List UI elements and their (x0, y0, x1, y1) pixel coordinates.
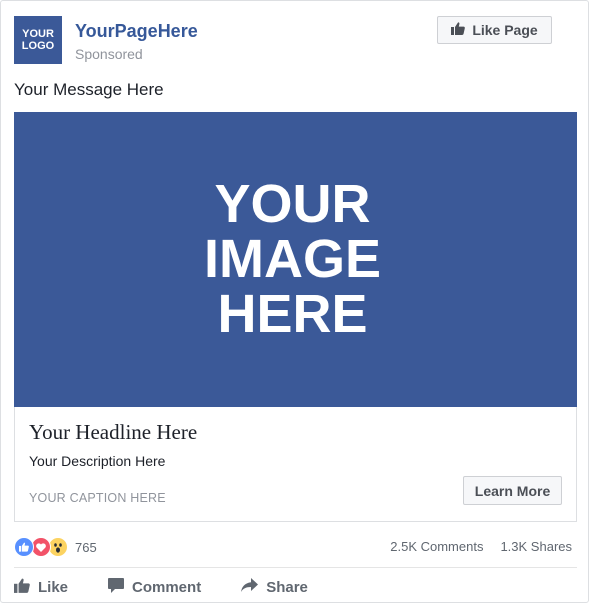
image-text-line-3: HERE (217, 284, 368, 344)
learn-more-button[interactable]: Learn More (463, 476, 562, 505)
link-preview[interactable]: Your Headline Here Your Description Here… (14, 407, 577, 522)
thumbs-up-icon (14, 578, 30, 597)
page-name-link[interactable]: YourPageHere (75, 21, 198, 42)
like-page-button[interactable]: Like Page (437, 16, 552, 44)
logo-line-2: LOGO (21, 40, 55, 52)
post-message: Your Message Here (14, 80, 164, 99)
shares-count-link[interactable]: 1.3K Shares (500, 539, 572, 554)
love-icon (31, 537, 51, 557)
logo-line-1: YOUR (22, 28, 54, 40)
comment-icon (108, 577, 125, 597)
like-button[interactable]: Like (14, 578, 68, 597)
reaction-count: 765 (75, 539, 97, 555)
share-button[interactable]: Share (241, 577, 308, 597)
thumbs-up-icon (451, 22, 466, 38)
comments-count-link[interactable]: 2.5K Comments (390, 539, 483, 554)
comment-label: Comment (132, 578, 202, 596)
image-text-line-2: IMAGE (203, 229, 381, 289)
wow-icon (48, 537, 68, 557)
ad-post-card: YOUR LOGO YourPageHere Sponsored Like Pa… (0, 0, 589, 603)
like-icon (14, 537, 34, 557)
share-arrow-icon (241, 577, 259, 597)
engagement-stats: 2.5K Comments 1.3K Shares (390, 539, 572, 554)
page-logo[interactable]: YOUR LOGO (14, 16, 62, 64)
image-text-line-1: YOUR (214, 174, 371, 234)
link-description: Your Description Here (29, 453, 166, 469)
like-label: Like (38, 578, 69, 596)
link-headline[interactable]: Your Headline Here (29, 420, 197, 445)
image-placeholder-text: YOUR IMAGE HERE (143, 177, 443, 342)
reactions-summary[interactable]: 765 (14, 537, 97, 557)
action-divider (14, 567, 577, 568)
comment-button[interactable]: Comment (108, 577, 202, 597)
like-page-label: Like Page (472, 22, 538, 38)
post-actions: Like Comment Share (14, 576, 308, 598)
share-label: Share (266, 578, 308, 596)
ad-image[interactable]: YOUR IMAGE HERE (14, 112, 577, 407)
sponsored-label[interactable]: Sponsored (75, 46, 143, 62)
link-caption: YOUR CAPTION HERE (29, 491, 166, 505)
